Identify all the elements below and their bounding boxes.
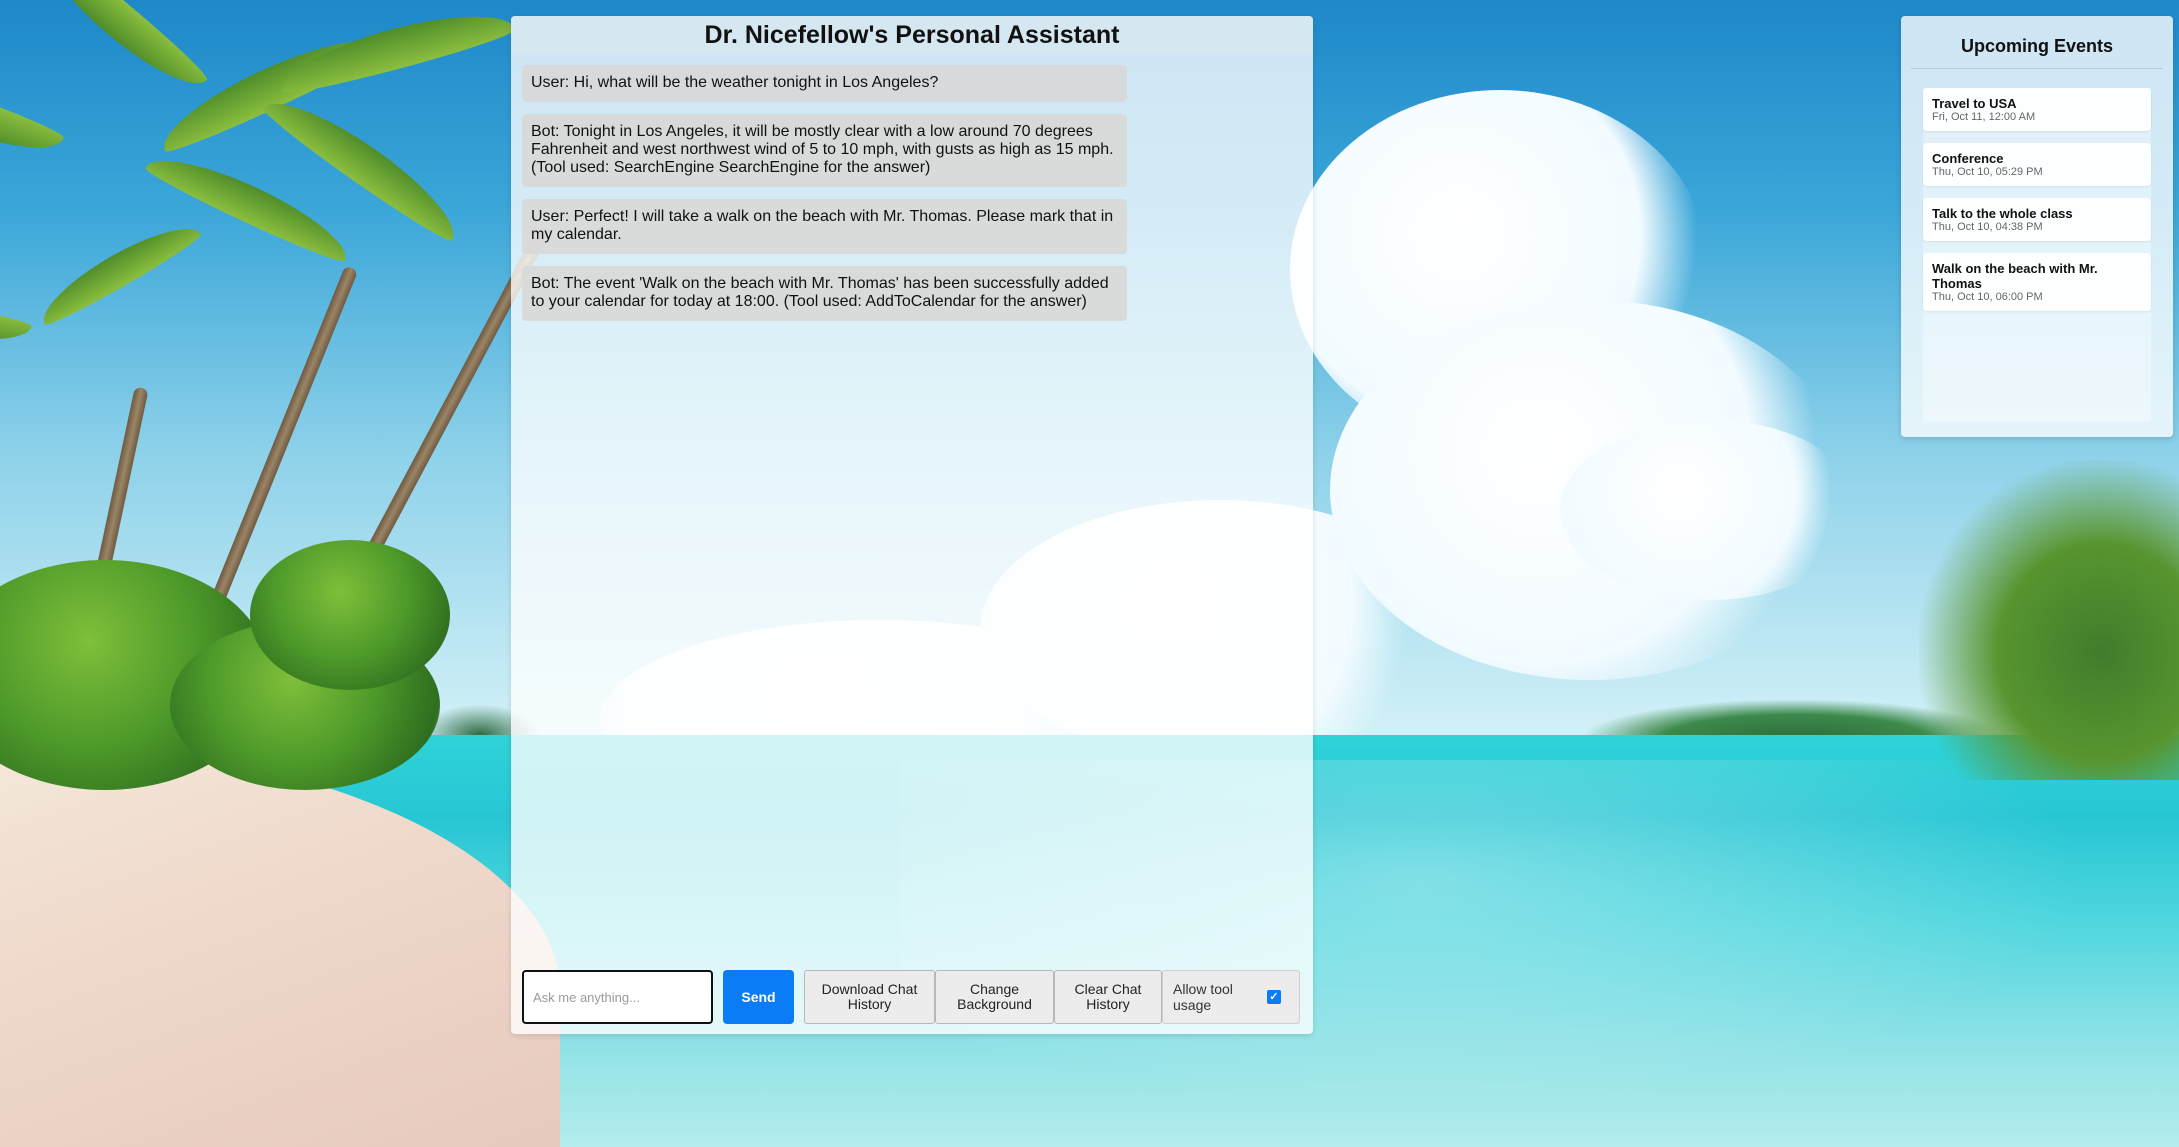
event-name: Talk to the whole class <box>1932 206 2073 221</box>
chat-message: Bot: Tonight in Los Angeles, it will be … <box>522 114 1127 187</box>
chat-message: User: Perfect! I will take a walk on the… <box>522 199 1127 254</box>
event-time: Fri, Oct 11, 12:00 AM <box>1932 111 2036 123</box>
events-title: Upcoming Events <box>1960 36 2114 56</box>
allow-tool-usage-toggle: Allow tool usage ✓ <box>1162 970 1300 1024</box>
event-name: Conference <box>1932 151 2004 166</box>
event-name: Travel to USA <box>1932 96 2017 111</box>
event-time: Thu, Oct 10, 06:00 PM <box>1932 291 2043 303</box>
checkmark-icon: ✓ <box>1269 991 1279 1003</box>
event-card[interactable]: Conference Thu, Oct 10, 05:29 PM <box>1923 143 2151 186</box>
events-list: Travel to USA Fri, Oct 11, 12:00 AM Conf… <box>1923 88 2151 421</box>
chat-panel: Dr. Nicefellow's Personal Assistant User… <box>511 16 1313 1034</box>
event-card[interactable]: Talk to the whole class Thu, Oct 10, 04:… <box>1923 198 2151 241</box>
event-name: Walk on the beach with Mr. Thomas <box>1932 261 2098 291</box>
change-background-button[interactable]: Change Background <box>935 970 1054 1024</box>
event-card[interactable]: Walk on the beach with Mr. Thomas Thu, O… <box>1923 253 2151 311</box>
download-chat-history-button[interactable]: Download Chat History <box>804 970 935 1024</box>
chat-message: User: Hi, what will be the weather tonig… <box>522 65 1127 102</box>
chat-input[interactable] <box>522 970 713 1024</box>
chat-header: Dr. Nicefellow's Personal Assistant <box>511 16 1313 54</box>
message-list: User: Hi, what will be the weather tonig… <box>522 65 1127 333</box>
event-card[interactable]: Travel to USA Fri, Oct 11, 12:00 AM <box>1923 88 2151 131</box>
allow-tool-usage-label: Allow tool usage <box>1173 981 1233 1013</box>
chat-title: Dr. Nicefellow's Personal Assistant <box>704 20 1120 49</box>
chat-composer: Send Download Chat History Change Backgr… <box>522 969 1313 1025</box>
clear-chat-history-button[interactable]: Clear Chat History <box>1054 970 1162 1024</box>
events-divider <box>1911 68 2163 69</box>
chat-message: Bot: The event 'Walk on the beach with M… <box>522 266 1127 321</box>
send-button[interactable]: Send <box>723 970 794 1024</box>
upcoming-events-panel: Upcoming Events Travel to USA Fri, Oct 1… <box>1901 16 2173 437</box>
event-time: Thu, Oct 10, 04:38 PM <box>1932 221 2043 233</box>
allow-tool-usage-checkbox[interactable]: ✓ <box>1267 990 1281 1004</box>
event-time: Thu, Oct 10, 05:29 PM <box>1932 166 2043 178</box>
